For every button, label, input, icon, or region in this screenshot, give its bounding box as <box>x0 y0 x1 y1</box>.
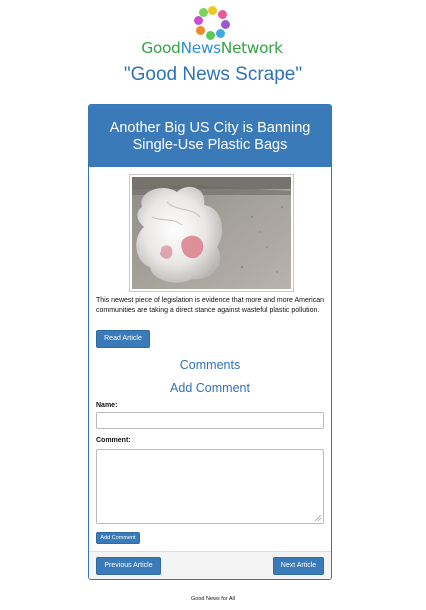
name-input[interactable] <box>96 412 324 429</box>
logo-word-news: News <box>180 39 222 57</box>
resize-grip-icon[interactable] <box>313 513 322 522</box>
logo-dot <box>196 26 205 35</box>
article-image <box>129 174 294 292</box>
logo-word-good: Good <box>141 39 181 57</box>
logo-dot <box>218 10 227 19</box>
logo-dot <box>216 29 225 38</box>
article-headline: Another Big US City is Banning Single-Us… <box>89 105 331 167</box>
logo-dot <box>208 6 217 15</box>
article-summary: This newest piece of legislation is evid… <box>96 297 325 314</box>
add-comment-heading: Add Comment <box>170 381 250 395</box>
next-article-button[interactable]: Next Article <box>273 557 324 575</box>
logo-flower-icon <box>194 6 230 40</box>
logo-wordmark: GoodNewsNetwork <box>138 39 286 57</box>
plastic-bags-photo <box>132 177 291 289</box>
logo-dot <box>199 8 208 17</box>
logo-word-network: Network <box>220 39 283 57</box>
article-card: Another Big US City is Banning Single-Us… <box>88 104 332 580</box>
logo-dot <box>194 16 203 25</box>
comment-textarea[interactable] <box>96 449 324 524</box>
logo-dot <box>221 20 230 29</box>
page-title: "Good News Scrape" <box>123 64 303 85</box>
previous-article-button[interactable]: Previous Article <box>96 557 161 575</box>
comments-heading: Comments <box>179 358 241 372</box>
add-comment-button[interactable]: Add Comment <box>96 532 140 544</box>
name-label: Name: <box>96 402 118 409</box>
read-article-button[interactable]: Read Article <box>96 330 150 348</box>
page-footer: Good News for All <box>190 596 236 602</box>
comment-label: Comment: <box>96 437 131 444</box>
site-logo[interactable]: GoodNewsNetwork <box>138 6 286 57</box>
